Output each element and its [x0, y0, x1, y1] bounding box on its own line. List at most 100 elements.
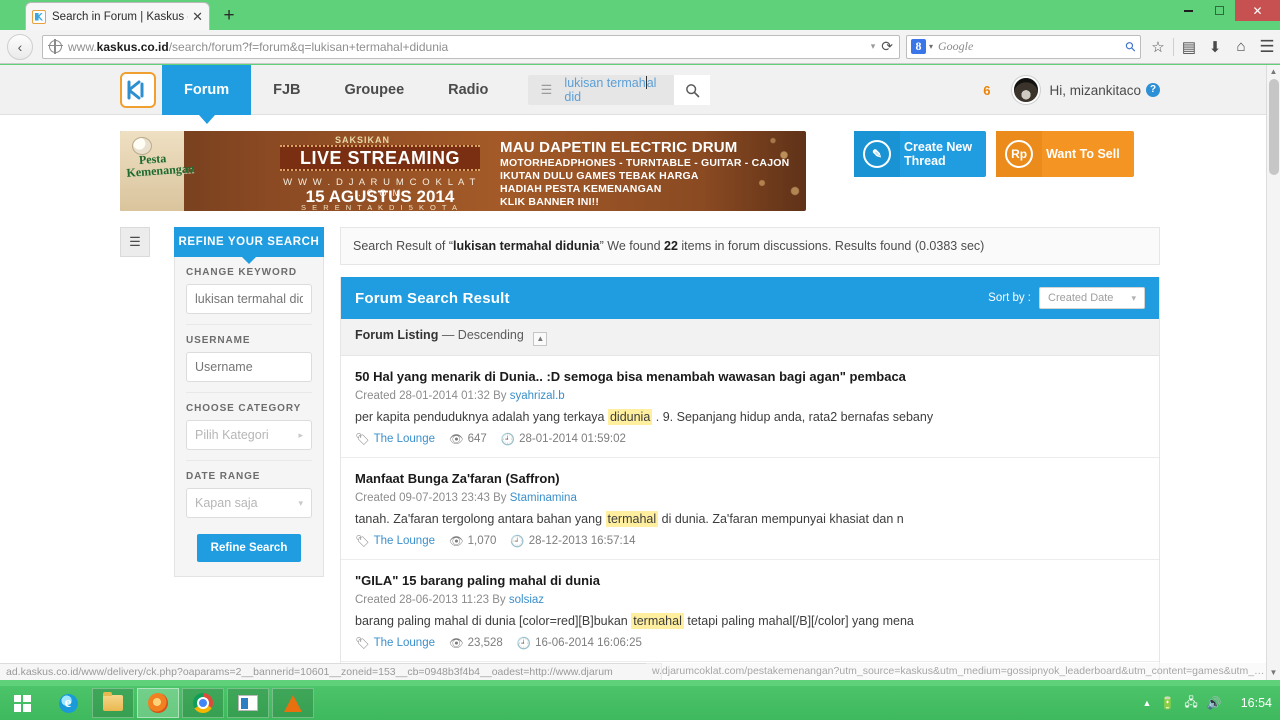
site-search-input[interactable]: lukisan termahal did [564, 76, 674, 104]
battery-icon[interactable]: 🔋 [1160, 696, 1175, 710]
filter-label-keyword: CHANGE KEYWORD [186, 267, 297, 278]
reading-list-icon[interactable]: ▤ [1176, 34, 1202, 60]
clock-icon: 🕘 [500, 434, 516, 446]
result-author[interactable]: Staminamina [510, 492, 577, 504]
taskbar-item-powerpoint[interactable] [227, 688, 269, 718]
banner-saksikan: SAKSIKAN [335, 135, 391, 145]
result-title[interactable]: 50 Hal yang menarik di Dunia.. :D semoga… [355, 368, 1145, 386]
browser-search-bar[interactable]: 8 ▾ Google ⚲ [906, 34, 1141, 59]
minimize-button[interactable] [1173, 0, 1204, 21]
avatar[interactable] [1012, 76, 1041, 104]
snippet-before: tanah. Za'faran tergolong antara bahan y… [355, 512, 606, 526]
network-icon[interactable]: 🖧 [1184, 693, 1197, 714]
show-hidden-icons-icon[interactable]: ▲ [1143, 698, 1152, 708]
result-date-group: 🕘 16-06-2014 16:06:25 [517, 636, 642, 650]
menu-icon[interactable]: ☰ [1254, 34, 1280, 60]
new-tab-button[interactable]: + [218, 5, 240, 27]
site-search-button[interactable] [674, 75, 711, 105]
ad-banner[interactable]: Pesta Kemenangan SAKSIKAN LIVE STREAMING… [120, 131, 806, 211]
back-button[interactable]: ‹ [6, 33, 34, 61]
close-window-button[interactable]: ✕ [1235, 0, 1280, 21]
downloads-icon[interactable]: ⬇ [1202, 34, 1228, 60]
home-icon[interactable]: ⌂ [1228, 34, 1254, 60]
list-icon[interactable]: ☰ [528, 82, 564, 98]
cta-buttons: ✎ Create New Thread Rp Want To Sell [854, 131, 1134, 177]
want-to-sell-button[interactable]: Rp Want To Sell [996, 131, 1134, 177]
site-nav: Forum FJB Groupee Radio [162, 65, 510, 124]
username-input[interactable] [186, 352, 312, 382]
result-tag-group: 🏷 The Lounge [355, 534, 435, 548]
search-summary: Search Result of “lukisan termahal didun… [340, 227, 1160, 265]
result-views: 647 [467, 433, 487, 445]
firefox-icon [148, 693, 168, 713]
result-author[interactable]: solsiaz [509, 594, 544, 606]
window-controls: ✕ [1173, 0, 1280, 21]
scrollbar-thumb[interactable] [1269, 79, 1279, 175]
filter-label-date-range: DATE RANGE [186, 471, 261, 482]
result-title[interactable]: "GILA" 15 barang paling mahal di dunia [355, 572, 1145, 590]
taskbar-item-internet-explorer[interactable] [47, 688, 89, 718]
tab-close-icon[interactable]: ✕ [192, 10, 203, 23]
result-author[interactable]: syahrizal.b [510, 390, 565, 402]
result-tag[interactable]: The Lounge [374, 637, 435, 649]
bookmark-star-icon[interactable]: ☆ [1145, 34, 1171, 60]
result-tag[interactable]: The Lounge [374, 433, 435, 445]
kaskus-logo-icon[interactable] [120, 72, 156, 108]
toolbar-divider [1173, 37, 1174, 56]
address-bar[interactable]: www.kaskus.co.id/search/forum?f=forum&q=… [42, 34, 900, 59]
banner-row: Pesta Kemenangan SAKSIKAN LIVE STREAMING… [120, 131, 1160, 211]
nav-item-groupee[interactable]: Groupee [323, 65, 427, 115]
create-new-thread-button[interactable]: ✎ Create New Thread [854, 131, 987, 177]
search-icon[interactable]: ⚲ [1122, 37, 1140, 55]
result-footer: 🏷 The Lounge 👁 23,528 🕘 16-06-2014 16:06:25 [355, 636, 1145, 650]
windows-start-icon [13, 694, 31, 712]
snippet-before: barang paling mahal di dunia [color=red]… [355, 614, 632, 628]
notification-badge[interactable]: 6 [983, 83, 990, 98]
create-new-thread-label: Create New Thread [904, 140, 973, 168]
chrome-icon [193, 693, 213, 713]
refine-search-button[interactable]: Refine Search [196, 534, 302, 562]
result-views: 23,528 [467, 637, 503, 649]
taskbar-item-file-explorer[interactable] [92, 688, 134, 718]
chevron-down-icon[interactable]: ▾ [871, 41, 882, 52]
url-prefix: www. [68, 39, 97, 54]
date-range-select[interactable]: Kapan saja ▾ [186, 488, 312, 518]
user-greeting[interactable]: Hi, mizankitaco [1049, 83, 1141, 98]
browser-tab[interactable]: Search in Forum | Kaskus - ... ✕ [26, 3, 209, 30]
scroll-up-arrow-icon[interactable]: ▲ [1267, 65, 1280, 79]
sort-direction-toggle[interactable]: ▲ [533, 332, 548, 346]
chevron-down-icon[interactable]: ▾ [929, 42, 933, 51]
maximize-button[interactable] [1204, 0, 1235, 21]
taskbar-item-chrome[interactable] [182, 688, 224, 718]
taskbar: ▲ 🔋 🖧 🔊 16:54 [0, 686, 1280, 720]
scroll-down-arrow-icon[interactable]: ▼ [1267, 666, 1280, 680]
result-tag-group: 🏷 The Lounge [355, 636, 435, 650]
results-card-header: Forum Search Result Sort by : Created Da… [341, 277, 1159, 319]
site-search[interactable]: ☰ lukisan termahal did [528, 75, 711, 105]
change-keyword-input[interactable] [186, 284, 312, 314]
result-tag[interactable]: The Lounge [374, 535, 435, 547]
page-scrollbar[interactable]: ▲ ▼ [1266, 65, 1280, 680]
summary-count: 22 [664, 239, 678, 253]
internet-explorer-icon [58, 693, 78, 713]
taskbar-item-firefox[interactable] [137, 688, 179, 718]
result-date: 16-06-2014 16:06:25 [535, 637, 642, 649]
nav-item-fjb[interactable]: FJB [251, 65, 322, 115]
volume-icon[interactable]: 🔊 [1207, 696, 1222, 710]
taskbar-item-vlc[interactable] [272, 688, 314, 718]
choose-category-select[interactable]: Pilih Kategori ▸ [186, 420, 312, 450]
windows-start-button[interactable] [0, 686, 44, 720]
back-arrow-icon: ‹ [7, 33, 33, 60]
list-view-icon[interactable]: ☰ [120, 227, 150, 257]
result-title[interactable]: Manfaat Bunga Za'faran (Saffron) [355, 470, 1145, 488]
eye-icon: 👁 [449, 434, 464, 446]
nav-item-forum[interactable]: Forum [162, 65, 252, 124]
sort-select[interactable]: Created Date ▾ [1039, 287, 1145, 309]
reload-icon[interactable]: ⟳ [881, 38, 895, 55]
snippet-highlight: didunia [607, 409, 653, 425]
nav-item-radio[interactable]: Radio [426, 65, 510, 115]
tag-icon: 🏷 [355, 638, 370, 650]
taskbar-clock[interactable]: 16:54 [1231, 696, 1272, 710]
help-icon[interactable]: ? [1146, 83, 1160, 97]
rupiah-icon: Rp [996, 131, 1043, 177]
